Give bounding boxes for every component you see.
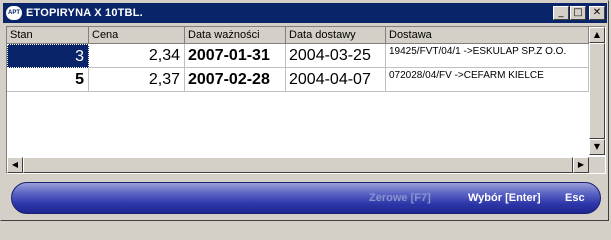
cell-cena[interactable]: 2,34 — [89, 44, 185, 68]
cell-data-waznosci[interactable]: 2007-02-28 — [185, 68, 286, 92]
column-header-cena[interactable]: Cena — [89, 27, 185, 44]
title-bar[interactable]: APT ETOPIRYNA X 10TBL. _ □ ✕ — [3, 3, 607, 23]
cell-data-dostawy[interactable]: 2004-03-25 — [286, 44, 386, 68]
scroll-left-arrow-icon[interactable]: ◀ — [7, 157, 23, 173]
dialog-window: APT ETOPIRYNA X 10TBL. _ □ ✕ Stan Cena D… — [0, 0, 609, 221]
zerowe-button[interactable]: Zerowe [F7] — [369, 183, 431, 213]
minimize-button[interactable]: _ — [553, 6, 569, 20]
cell-dostawa[interactable]: 19425/FVT/04/1 ->ESKULAP SP.Z O.O. — [386, 44, 589, 68]
scrollbar-corner — [589, 157, 605, 173]
scroll-up-arrow-icon[interactable]: ▲ — [589, 27, 605, 43]
cell-cena[interactable]: 2,37 — [89, 68, 185, 92]
vertical-scrollbar[interactable]: ▲ ▼ — [589, 27, 605, 155]
window-controls: _ □ ✕ — [552, 6, 605, 20]
deliveries-grid[interactable]: Stan Cena Data ważności Data dostawy Dos… — [6, 26, 606, 174]
column-header-dostawa[interactable]: Dostawa — [386, 27, 589, 44]
action-bar: Zerowe [F7] Wybór [Enter] Esc — [11, 182, 601, 214]
cell-data-dostawy[interactable]: 2004-04-07 — [286, 68, 386, 92]
cell-dostawa[interactable]: 072028/04/FV ->CEFARM KIELCE — [386, 68, 589, 92]
window-title: ETOPIRYNA X 10TBL. — [26, 7, 143, 19]
cell-stan[interactable]: 5 — [7, 68, 89, 92]
app-icon: APT — [6, 6, 22, 20]
vertical-scroll-thumb[interactable] — [589, 43, 605, 139]
horizontal-scrollbar[interactable]: ◀ ▶ — [7, 157, 589, 173]
wybor-button[interactable]: Wybór [Enter] — [468, 183, 541, 213]
maximize-button[interactable]: □ — [570, 6, 586, 20]
scroll-right-arrow-icon[interactable]: ▶ — [573, 157, 589, 173]
column-header-data-dostawy[interactable]: Data dostawy — [286, 27, 386, 44]
column-header-data-waznosci[interactable]: Data ważności — [185, 27, 286, 44]
cell-stan[interactable]: 3 — [7, 44, 89, 68]
cell-data-waznosci[interactable]: 2007-01-31 — [185, 44, 286, 68]
scroll-down-arrow-icon[interactable]: ▼ — [589, 139, 605, 155]
esc-button[interactable]: Esc — [565, 183, 585, 213]
column-header-stan[interactable]: Stan — [7, 27, 89, 44]
horizontal-scroll-thumb[interactable] — [23, 157, 573, 173]
close-button[interactable]: ✕ — [589, 6, 605, 20]
